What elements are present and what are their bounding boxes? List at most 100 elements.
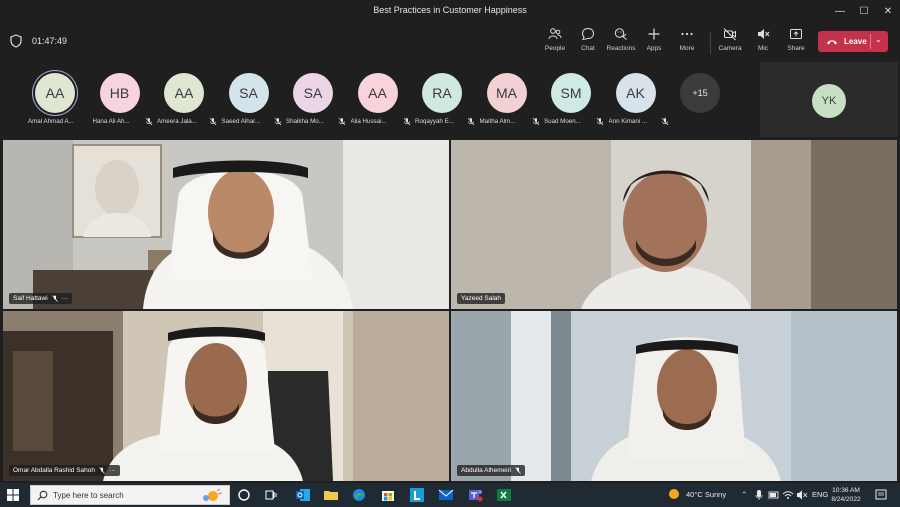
participant-name: Roqayyah E... <box>415 118 454 125</box>
participant-name: Suad Moen... <box>544 118 581 125</box>
participant-name: Omar Abdalla Rashid Sahoh <box>13 467 96 474</box>
video-tile-1[interactable]: Saif Hattawi ··· <box>3 140 449 309</box>
taskbar-search[interactable]: Type here to search <box>30 485 230 505</box>
edge-icon[interactable] <box>351 487 367 503</box>
close-button[interactable]: ✕ <box>876 0 900 22</box>
participant-avatar[interactable]: HB <box>99 73 140 113</box>
mic-off-icon <box>532 117 539 126</box>
participant-avatar[interactable]: MA <box>486 73 527 113</box>
participant-name: Saeed Alhar... <box>221 118 261 125</box>
maximize-button[interactable]: ☐ <box>852 0 876 22</box>
participant-name: Alia Hussai... <box>350 118 387 125</box>
wifi-icon[interactable] <box>782 489 794 501</box>
windows-taskbar: Type here to search 40°C Sunny ⌃ ENG 10:… <box>0 483 900 507</box>
chevron-down-icon[interactable]: ⌄ <box>875 35 882 44</box>
participant-avatar[interactable]: AA <box>164 73 204 113</box>
weather-text[interactable]: 40°C Sunny <box>686 490 726 499</box>
meeting-timer: 01:47:49 <box>32 36 68 46</box>
mic-off-icon <box>274 117 281 126</box>
participant-name: Maitha Alm... <box>479 118 516 125</box>
participant-name: Yazeed Salah <box>461 295 501 302</box>
notifications-icon[interactable] <box>874 488 888 502</box>
participant-options-button[interactable]: ··· <box>109 467 116 474</box>
task-view-icon[interactable] <box>263 487 279 503</box>
people-button[interactable]: People <box>538 27 572 57</box>
camera-label: Camera <box>718 45 742 52</box>
apps-button[interactable]: Apps <box>637 27 671 57</box>
leave-label: Leave <box>844 37 867 46</box>
leave-button[interactable]: Leave ⌄ <box>818 31 888 52</box>
phone-hangup-icon <box>827 39 837 44</box>
mic-label: Mic <box>757 45 769 52</box>
camera-button[interactable]: Camera <box>713 27 747 57</box>
search-highlight-icon <box>203 488 223 501</box>
search-icon <box>37 490 48 501</box>
mic-off-icon <box>403 117 410 126</box>
minimize-button[interactable]: — <box>828 0 852 22</box>
mic-off-icon <box>338 117 346 126</box>
mic-off-icon <box>209 117 217 126</box>
battery-icon[interactable] <box>768 489 780 501</box>
participant-name: Ann Kimani ... <box>608 118 648 125</box>
store-icon[interactable] <box>380 487 396 503</box>
participant-nametag: Yazeed Salah <box>457 293 505 304</box>
participant-avatar[interactable]: RA <box>422 73 462 113</box>
participant-avatar[interactable]: SA <box>228 73 269 113</box>
mic-off-icon <box>99 467 105 474</box>
app-l-icon[interactable] <box>409 487 425 503</box>
more-actions-button[interactable]: More <box>670 27 704 57</box>
video-tile-4[interactable]: Abdulla Alhemeiri <box>451 311 897 481</box>
mic-off-icon <box>661 117 668 126</box>
more-label: More <box>679 45 695 52</box>
windows-start-icon[interactable] <box>7 489 19 501</box>
self-avatar: YK <box>812 84 846 118</box>
participant-avatar[interactable]: AK <box>615 73 656 113</box>
chevron-up-icon[interactable]: ⌃ <box>741 490 747 499</box>
mic-tray-icon[interactable] <box>754 489 764 501</box>
mic-off-icon <box>467 117 475 126</box>
shield-icon <box>10 34 22 48</box>
ellipsis-icon <box>681 32 693 36</box>
reactions-label: Reactions <box>606 45 636 52</box>
participant-video <box>451 311 897 481</box>
share-label: Share <box>787 45 805 52</box>
mic-off-icon <box>596 117 604 126</box>
teams-icon[interactable] <box>467 487 483 503</box>
participant-avatar[interactable]: AA <box>357 73 398 113</box>
meeting-toolbar: 01:47:49 People Chat Reactions Apps More… <box>0 22 900 60</box>
taskbar-clock[interactable]: 10:36 AM 8/24/2022 <box>826 486 866 504</box>
share-button[interactable]: Share <box>779 27 813 57</box>
outlook-icon[interactable] <box>295 487 311 503</box>
mic-button[interactable]: Mic <box>746 27 780 57</box>
weather-sun-icon <box>669 489 679 499</box>
mic-off-icon <box>51 295 58 302</box>
participant-avatar[interactable]: SM <box>551 73 591 113</box>
cortana-icon[interactable] <box>236 487 252 503</box>
participant-nametag: Saif Hattawi ··· <box>9 293 73 304</box>
participant-name: Ameera Jala... <box>157 118 197 125</box>
search-placeholder: Type here to search <box>53 491 124 500</box>
participant-video <box>451 140 897 309</box>
chat-label: Chat <box>581 45 595 52</box>
more-participants-button[interactable]: +15 <box>680 73 720 113</box>
participant-avatar[interactable]: AA <box>35 73 75 113</box>
reactions-icon <box>614 28 627 40</box>
mic-off-icon <box>145 117 152 126</box>
video-tile-2[interactable]: Yazeed Salah <box>451 140 897 309</box>
window-title: Best Practices in Customer Happiness <box>373 5 527 15</box>
participant-options-button[interactable]: ··· <box>62 295 69 302</box>
chat-button[interactable]: Chat <box>571 27 605 57</box>
self-video-tile[interactable]: YK <box>760 62 898 137</box>
mic-off-icon <box>515 467 522 474</box>
reactions-button[interactable]: Reactions <box>604 27 638 57</box>
mic-off-icon <box>758 29 770 39</box>
file-explorer-icon[interactable] <box>323 487 339 503</box>
excel-icon[interactable] <box>496 487 512 503</box>
volume-muted-icon[interactable] <box>796 489 808 501</box>
chat-icon <box>581 27 595 41</box>
participant-strip: AA Amal Ahmad A... HB Hana Ali Ah... AA Ameer… <box>0 60 900 140</box>
participant-avatar[interactable]: SA <box>293 73 333 113</box>
participant-name: Saif Hattawi <box>13 295 48 302</box>
mail-icon[interactable] <box>438 487 454 503</box>
video-tile-3[interactable]: Omar Abdalla Rashid Sahoh ··· <box>3 311 449 481</box>
